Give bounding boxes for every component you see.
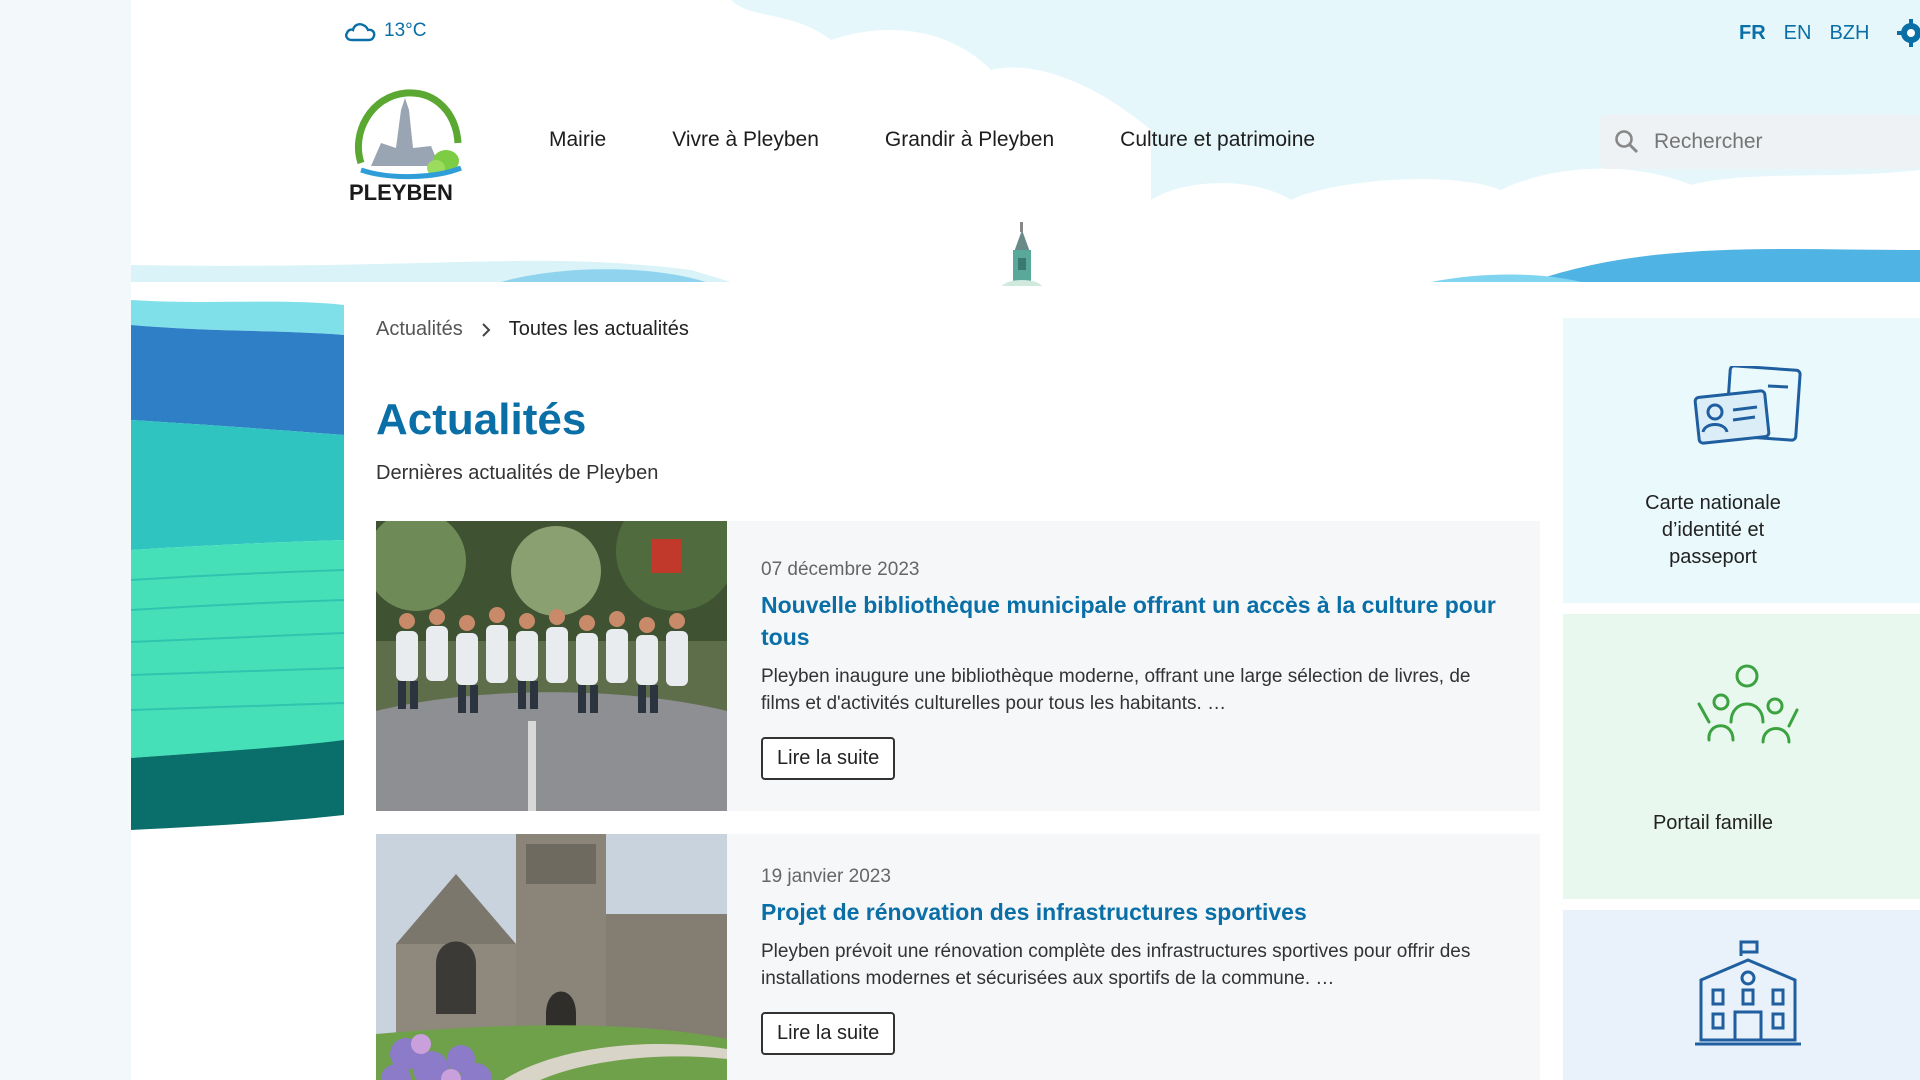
news-excerpt: Pleyben prévoit une rénovation complète …	[761, 941, 1471, 989]
quick-link-family-portal[interactable]: Portail famille	[1563, 614, 1920, 899]
nav-grandir-a-pleyben[interactable]: Grandir à Pleyben	[885, 128, 1054, 152]
search-icon[interactable]	[1614, 129, 1640, 155]
town-hall-icon	[1695, 940, 1801, 1046]
news-image-church[interactable]	[376, 834, 727, 1080]
quick-link-label: Portail famille	[1652, 812, 1774, 834]
news-body: 19 janvier 2023 Projet de rénovation des…	[761, 866, 1511, 1055]
quick-link-id-card[interactable]: Carte nationale d’identité et passeport	[1563, 318, 1920, 603]
search-input[interactable]	[1652, 129, 1916, 155]
news-date: 07 décembre 2023	[761, 559, 920, 580]
lang-fr[interactable]: FR	[1739, 22, 1766, 45]
breadcrumb: Actualités Toutes les actualités	[376, 318, 689, 341]
family-icon	[1697, 664, 1799, 744]
language-switcher: FR EN BZH	[1739, 22, 1869, 45]
news-date: 19 janvier 2023	[761, 866, 891, 887]
news-card: 07 décembre 2023 Nouvelle bibliothèque m…	[376, 521, 1540, 811]
breadcrumb-link-actualites[interactable]: Actualités	[376, 318, 463, 341]
main-navigation: Mairie Vivre à Pleyben Grandir à Pleyben…	[549, 128, 1315, 152]
weather-widget: 13°C	[344, 20, 426, 42]
search-box	[1600, 115, 1920, 169]
news-image-running-race[interactable]	[376, 521, 727, 811]
logo-text: PLEYBEN	[349, 180, 453, 203]
lang-bzh[interactable]: BZH	[1829, 22, 1869, 45]
read-more-button[interactable]: Lire la suite	[761, 737, 896, 780]
nav-vivre-a-pleyben[interactable]: Vivre à Pleyben	[672, 128, 819, 152]
nav-mairie[interactable]: Mairie	[549, 128, 606, 152]
breadcrumb-current: Toutes les actualités	[508, 318, 689, 340]
nav-culture-et-patrimoine[interactable]: Culture et patrimoine	[1120, 128, 1315, 152]
pleyben-logo[interactable]: PLEYBEN	[341, 88, 481, 203]
settings-gear-icon[interactable]	[1896, 18, 1920, 48]
read-more-button[interactable]: Lire la suite	[761, 1012, 896, 1055]
lang-en[interactable]: EN	[1784, 22, 1812, 45]
page: 13°C FR EN BZH PLEYBEN Mairie Vivre à Pl…	[131, 0, 1920, 1080]
news-title-link[interactable]: Nouvelle bibliothèque municipale offrant…	[761, 589, 1511, 653]
quick-link-label: Carte nationale d’identité et passeport	[1645, 492, 1781, 568]
page-subtitle: Dernières actualités de Pleyben	[376, 462, 659, 484]
page-title: Actualités	[376, 395, 587, 444]
news-card: 19 janvier 2023 Projet de rénovation des…	[376, 834, 1540, 1080]
news-title-link[interactable]: Projet de rénovation des infrastructures…	[761, 896, 1511, 928]
cloud-icon	[345, 23, 376, 42]
news-body: 07 décembre 2023 Nouvelle bibliothèque m…	[761, 559, 1511, 780]
church-tower-illustration	[1002, 222, 1042, 286]
temperature-value: 13°C	[384, 20, 427, 41]
id-card-icon	[1693, 366, 1802, 445]
quick-link-town-hall[interactable]	[1563, 910, 1920, 1080]
news-excerpt: Pleyben inaugure une bibliothèque modern…	[761, 666, 1471, 714]
chevron-right-icon	[482, 322, 491, 337]
landscape-band-decoration	[131, 300, 344, 830]
